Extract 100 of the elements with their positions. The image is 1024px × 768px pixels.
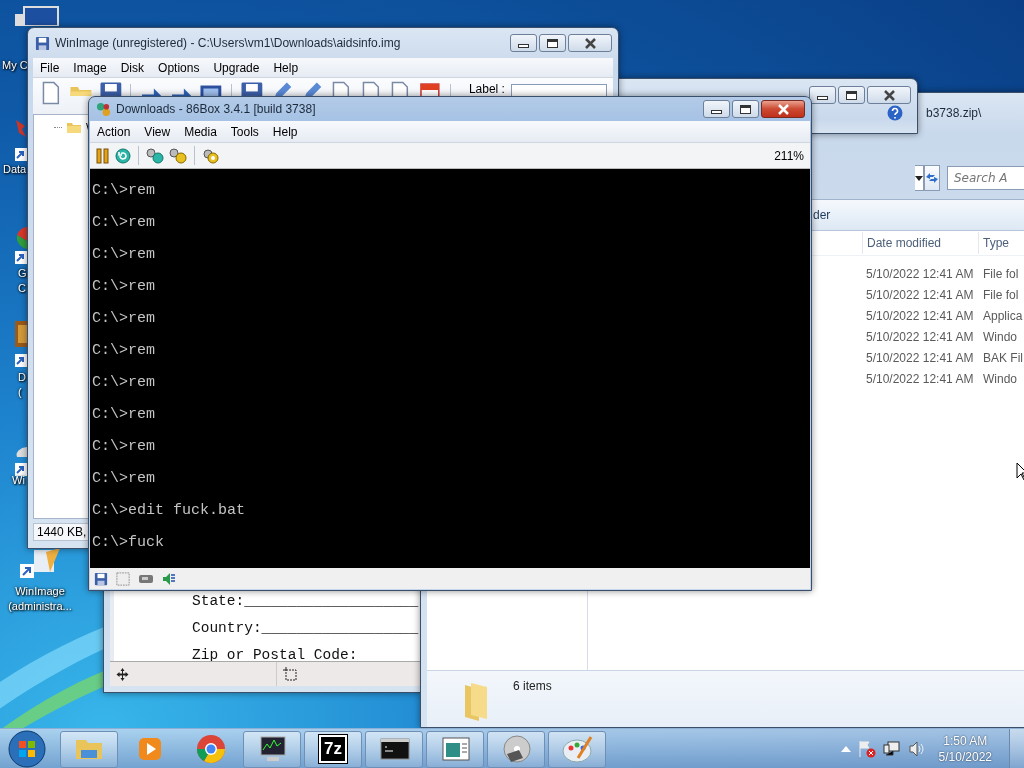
icon-label: Data [3, 162, 27, 177]
type-cell-text: Windo [982, 371, 1018, 386]
date-cell-text: 5/10/2022 12:41 AM [865, 350, 975, 365]
taskbar-button[interactable]: 7z [304, 730, 362, 768]
status-text: 1440 KB, [33, 523, 91, 541]
menu-item[interactable]: Help [265, 124, 305, 139]
type-cell-text: File fol [982, 266, 1020, 281]
console-line: C:\>rem [92, 309, 155, 329]
menu-item[interactable]: Action [90, 124, 138, 139]
keys-icon[interactable] [146, 147, 164, 164]
menu-item[interactable]: Image [66, 60, 114, 75]
close-button[interactable] [568, 34, 612, 52]
document-text: Country:__________________ [192, 620, 419, 637]
show-desktop-button[interactable] [1009, 729, 1024, 768]
window-title: Downloads - 86Box 3.4.1 [build 3738] [116, 102, 316, 116]
shortcut-icon[interactable] [14, 225, 27, 265]
minimize-button[interactable] [703, 100, 730, 118]
shortcut-icon[interactable] [14, 320, 27, 368]
type-cell-text: File fol [982, 287, 1020, 302]
menu-item[interactable]: View [137, 124, 178, 139]
console-line: C:\>rem [92, 405, 155, 425]
maximize-button[interactable] [838, 86, 865, 104]
type-cell-text: Windo [982, 329, 1018, 344]
start-button[interactable] [7, 729, 47, 768]
circle-logo-icon [194, 732, 228, 766]
console-line: C:\>rem [92, 277, 155, 297]
selection-icon [283, 667, 297, 681]
help-icon[interactable] [887, 105, 903, 121]
maximize-button[interactable] [539, 34, 566, 52]
archiver-icon[interactable]: 7z [319, 735, 347, 763]
save-icon[interactable] [239, 81, 264, 96]
console-line: C:\>edit fuck.bat [92, 501, 246, 521]
taskbar-button[interactable] [365, 730, 423, 768]
refresh-button[interactable] [924, 165, 940, 191]
pause-icon[interactable] [96, 147, 110, 164]
speaker-icon[interactable] [162, 571, 176, 586]
close-icon [583, 37, 597, 49]
drive-icon[interactable] [138, 572, 154, 585]
maximize-button[interactable] [732, 100, 759, 118]
flag-icon[interactable] [857, 740, 876, 758]
console-line: C:\>rem [92, 469, 155, 489]
network-icon[interactable] [882, 740, 901, 758]
floppy-icon[interactable] [94, 571, 108, 586]
refresh-icon [925, 171, 939, 185]
calendar-icon[interactable] [418, 81, 442, 96]
icon-label: ( [18, 385, 22, 400]
document-text: State:____________________ [192, 593, 419, 610]
menu-item[interactable]: File [33, 60, 67, 75]
icon-label: My C [2, 58, 28, 73]
menu-item[interactable]: Upgrade [206, 60, 267, 75]
icon-label: Wi [12, 473, 25, 488]
close-button[interactable] [761, 100, 805, 118]
console-line: C:\>rem [92, 245, 155, 265]
close-icon [776, 103, 790, 115]
console-line: C:\>fuck [92, 533, 164, 553]
address-field[interactable] [915, 165, 924, 191]
type-cell-text: Applica [982, 308, 1024, 323]
menu-item[interactable]: Tools [223, 124, 266, 139]
command-link[interactable]: der [813, 208, 831, 222]
menu-item[interactable]: Options [151, 60, 207, 75]
date-cell-text: 5/10/2022 12:41 AM [865, 266, 975, 281]
icon-label: D [18, 370, 26, 385]
settings-icon[interactable] [202, 147, 220, 164]
icon-label: G [18, 266, 27, 281]
column-header[interactable]: Type [978, 232, 1024, 254]
taskbar-button[interactable] [243, 730, 301, 768]
item-count: 6 items [513, 679, 552, 693]
field-label: Label : [468, 82, 505, 96]
app-icon [96, 101, 111, 117]
console-line: C:\>rem [92, 373, 155, 393]
computer-icon[interactable] [14, 6, 60, 26]
minimize-button[interactable] [809, 86, 836, 104]
console-line: C:\>rem [92, 437, 155, 457]
zoom-level: 211% [774, 148, 804, 163]
shortcut-icon[interactable] [14, 445, 27, 477]
close-icon [882, 89, 896, 101]
console-line: C:\>rem [92, 213, 155, 233]
console-line: C:\>rem [92, 181, 155, 201]
icon-label: (administra... [8, 599, 72, 614]
shortcut-icon[interactable] [14, 118, 27, 162]
window-title: b3738.zip\ [926, 106, 982, 120]
menu-item[interactable]: Disk [113, 60, 152, 75]
move-icon [116, 667, 129, 681]
keys-icon[interactable] [169, 147, 187, 164]
reset-icon[interactable] [115, 147, 131, 164]
dropdown-icon [915, 175, 923, 181]
volume-icon[interactable] [907, 740, 926, 758]
icon-label: WinImage [15, 584, 65, 599]
search-field[interactable]: Search A [947, 166, 1024, 190]
minimize-button[interactable] [510, 34, 537, 52]
menu-item[interactable]: Help [266, 60, 306, 75]
close-button[interactable] [867, 86, 911, 104]
date-cell-text: 5/10/2022 12:41 AM [865, 287, 975, 302]
console-line: C:\>rem [92, 341, 155, 361]
save-icon[interactable] [98, 81, 123, 96]
date-cell-text: 5/10/2022 12:41 AM [865, 371, 975, 386]
column-header[interactable]: Date modified [862, 232, 978, 254]
window-title: WinImage (unregistered) - C:\Users\vm1\Downloads\aidsinfo.img [55, 36, 401, 50]
date-cell-text: 5/10/2022 12:41 AM [865, 329, 975, 344]
menu-item[interactable]: Media [177, 124, 224, 139]
